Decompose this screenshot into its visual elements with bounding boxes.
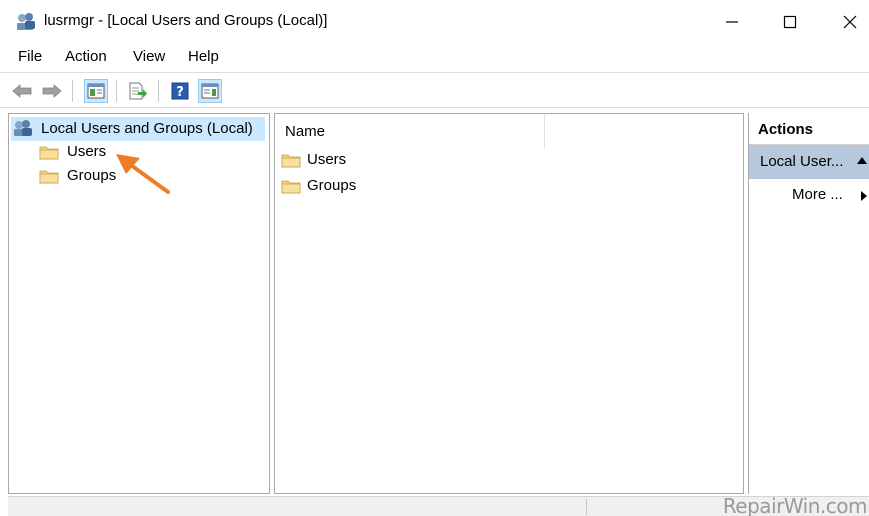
menu-view[interactable]: View bbox=[133, 48, 165, 65]
forward-button[interactable] bbox=[40, 79, 64, 103]
menu-action[interactable]: Action bbox=[65, 48, 107, 65]
close-icon bbox=[843, 15, 857, 29]
show-hide-action-pane-button[interactable] bbox=[198, 79, 222, 103]
column-header-label: Name bbox=[285, 123, 326, 140]
actions-more-item[interactable]: More ... bbox=[749, 181, 869, 209]
minimize-button[interactable] bbox=[712, 8, 752, 36]
watermark-text: RepairWin.com bbox=[722, 494, 868, 516]
menu-file[interactable]: File bbox=[18, 48, 42, 65]
collapse-up-icon[interactable] bbox=[857, 157, 867, 164]
status-separator bbox=[586, 499, 587, 515]
menu-bar: File Action View Help bbox=[0, 44, 869, 72]
actions-pane: Actions Local User... More ... bbox=[748, 113, 869, 494]
help-button[interactable]: ? bbox=[168, 79, 192, 103]
tree-root-label: Local Users and Groups (Local) bbox=[41, 120, 253, 137]
folder-icon bbox=[39, 168, 59, 188]
tree-item-label: Users bbox=[67, 143, 107, 160]
window-title: lusrmgr - [Local Users and Groups (Local… bbox=[44, 12, 328, 29]
show-hide-tree-button[interactable] bbox=[84, 79, 108, 103]
maximize-button[interactable] bbox=[770, 8, 810, 36]
export-list-button[interactable] bbox=[126, 79, 150, 103]
submenu-right-icon bbox=[861, 191, 867, 201]
show-hide-tree-icon bbox=[87, 83, 105, 99]
back-button[interactable] bbox=[10, 79, 34, 103]
minimize-icon bbox=[726, 21, 738, 23]
users-groups-icon bbox=[13, 120, 35, 142]
actions-more-label: More ... bbox=[792, 186, 843, 203]
back-icon bbox=[12, 84, 32, 98]
folder-icon bbox=[281, 178, 301, 198]
actions-title-label: Actions bbox=[758, 121, 814, 138]
export-list-icon bbox=[129, 82, 147, 100]
actions-title: Actions bbox=[749, 113, 869, 145]
list-item-groups[interactable]: Groups bbox=[281, 176, 481, 198]
column-header-name[interactable]: Name bbox=[275, 114, 545, 148]
toolbar-separator bbox=[116, 80, 117, 102]
users-groups-icon bbox=[16, 12, 36, 32]
svg-text:?: ? bbox=[176, 85, 184, 100]
tree-root-local-users-and-groups[interactable]: Local Users and Groups (Local) bbox=[11, 117, 265, 141]
list-item-label: Users bbox=[307, 151, 347, 168]
annotation-arrow-icon bbox=[110, 150, 180, 200]
list-item-users[interactable]: Users bbox=[281, 150, 481, 172]
maximize-icon bbox=[783, 15, 797, 29]
menu-help[interactable]: Help bbox=[188, 48, 219, 65]
help-icon: ? bbox=[171, 82, 189, 100]
forward-icon bbox=[42, 84, 62, 98]
actions-group-local-users[interactable]: Local User... bbox=[749, 145, 869, 179]
list-pane: Name Users Groups bbox=[274, 113, 744, 494]
tree-item-label: Groups bbox=[67, 167, 117, 184]
toolbar-separator bbox=[158, 80, 159, 102]
show-hide-action-pane-icon bbox=[201, 83, 219, 99]
toolbar: ? bbox=[0, 72, 869, 108]
list-item-label: Groups bbox=[307, 177, 357, 194]
title-bar: lusrmgr - [Local Users and Groups (Local… bbox=[0, 0, 869, 44]
close-button[interactable] bbox=[830, 8, 869, 36]
folder-icon bbox=[281, 152, 301, 172]
toolbar-separator bbox=[72, 80, 73, 102]
actions-group-label: Local User... bbox=[760, 153, 844, 170]
folder-icon bbox=[39, 144, 59, 164]
